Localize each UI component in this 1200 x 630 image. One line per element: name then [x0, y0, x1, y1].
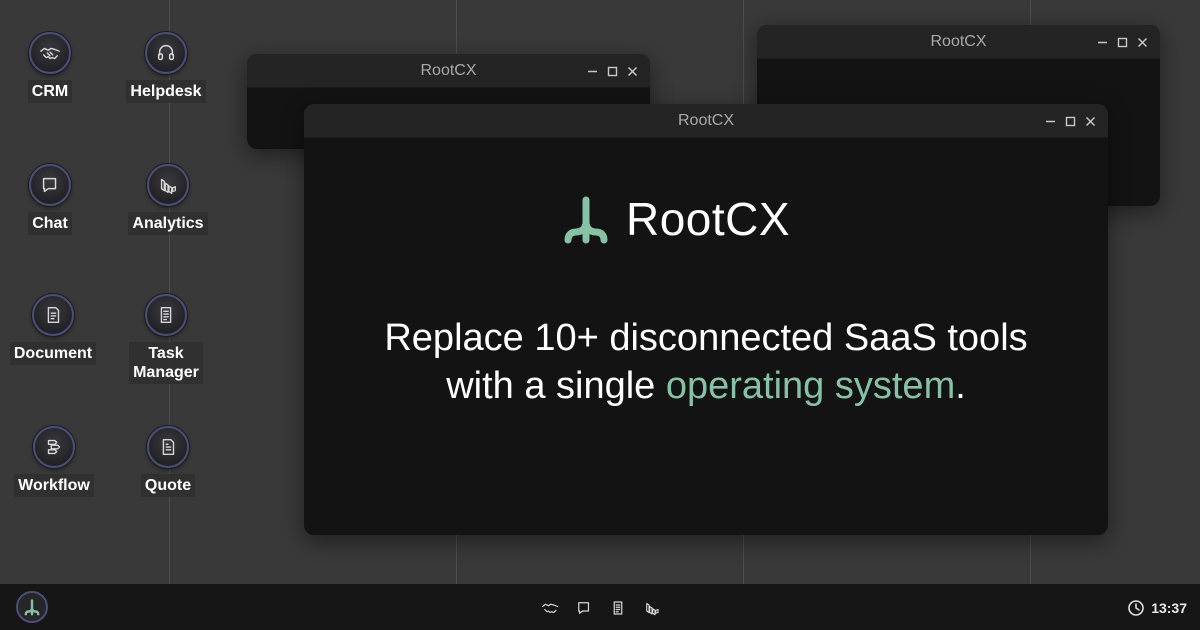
minimize-icon[interactable]	[1045, 116, 1056, 127]
clock-time: 13:37	[1151, 600, 1187, 616]
minimize-icon[interactable]	[587, 66, 598, 77]
tagline-suffix: .	[955, 365, 966, 407]
desktop-icon-label: Analytics	[128, 212, 208, 235]
analytics-icon	[147, 164, 189, 206]
window-content: RootCX Replace 10+ disconnected SaaS too…	[304, 138, 1108, 535]
window-main[interactable]: RootCX RootCX Replace 10+ disconnected S…	[304, 104, 1108, 535]
tagline: Replace 10+ disconnected SaaS tools with…	[304, 314, 1108, 410]
desktop-icon-label: Chat	[28, 212, 72, 235]
desktop-icon-quote[interactable]: Quote	[113, 426, 223, 497]
rootcx-logo-icon	[564, 196, 608, 244]
desktop-icon-document[interactable]: Document	[0, 294, 108, 365]
tagline-prefix: with a single	[446, 365, 666, 407]
handshake-icon	[541, 603, 559, 614]
tagline-line-1: Replace 10+ disconnected SaaS tools	[384, 317, 1028, 359]
window-title: RootCX	[677, 111, 735, 129]
task-list-icon	[613, 601, 623, 615]
headset-icon	[145, 32, 187, 74]
desktop-icon-workflow[interactable]: Workflow	[0, 426, 109, 497]
analytics-icon	[646, 602, 659, 616]
minimize-icon[interactable]	[1097, 37, 1108, 48]
desktop-icon-task-manager[interactable]: Task Manager	[111, 294, 221, 384]
taskbar: 13:37	[0, 584, 1200, 630]
taskbar-app-task-manager[interactable]	[608, 598, 628, 618]
tagline-line-2: with a single operating system.	[304, 362, 1108, 410]
window-titlebar[interactable]: RootCX	[304, 104, 1108, 138]
taskbar-app-crm[interactable]	[540, 598, 560, 618]
clock-icon	[1128, 600, 1144, 616]
brand-logo: RootCX	[560, 192, 790, 246]
workflow-icon	[33, 426, 75, 468]
start-menu-button[interactable]	[16, 591, 48, 623]
taskbar-app-chat[interactable]	[574, 598, 594, 618]
rootcx-logo-icon	[24, 599, 40, 616]
taskbar-app-analytics[interactable]	[642, 598, 662, 618]
window-titlebar[interactable]: RootCX	[757, 25, 1160, 59]
maximize-icon[interactable]	[1065, 116, 1076, 127]
window-titlebar[interactable]: RootCX	[247, 54, 650, 88]
handshake-icon	[29, 32, 71, 74]
window-title: RootCX	[420, 61, 477, 79]
taskbar-clock[interactable]: 13:37	[1127, 599, 1187, 617]
desktop-icon-label: Helpdesk	[126, 80, 206, 103]
brand-name: RootCX	[626, 193, 791, 245]
desktop-icon-helpdesk[interactable]: Helpdesk	[111, 32, 221, 103]
desktop-icon-label: Document	[9, 342, 97, 365]
desktop-icon-analytics[interactable]: Analytics	[113, 164, 223, 235]
task-list-icon	[145, 294, 187, 336]
desktop-icon-label: Task Manager	[129, 342, 203, 384]
chat-bubble-icon	[578, 602, 590, 614]
maximize-icon[interactable]	[607, 66, 618, 77]
desktop-icon-crm[interactable]: CRM	[0, 32, 105, 103]
desktop-icon-label: Quote	[140, 474, 196, 497]
window-title: RootCX	[930, 32, 987, 50]
desktop-icon-label: CRM	[27, 80, 73, 103]
close-icon[interactable]	[627, 66, 638, 77]
close-icon[interactable]	[1137, 37, 1148, 48]
desktop-icon-chat[interactable]: Chat	[0, 164, 105, 235]
document-icon	[32, 294, 74, 336]
desktop-icon-label: Workflow	[14, 474, 94, 497]
chat-bubble-icon	[29, 164, 71, 206]
tagline-highlight: operating system	[665, 365, 956, 407]
taskbar-apps	[540, 598, 662, 618]
quote-document-icon	[147, 426, 189, 468]
maximize-icon[interactable]	[1117, 37, 1128, 48]
close-icon[interactable]	[1085, 116, 1096, 127]
